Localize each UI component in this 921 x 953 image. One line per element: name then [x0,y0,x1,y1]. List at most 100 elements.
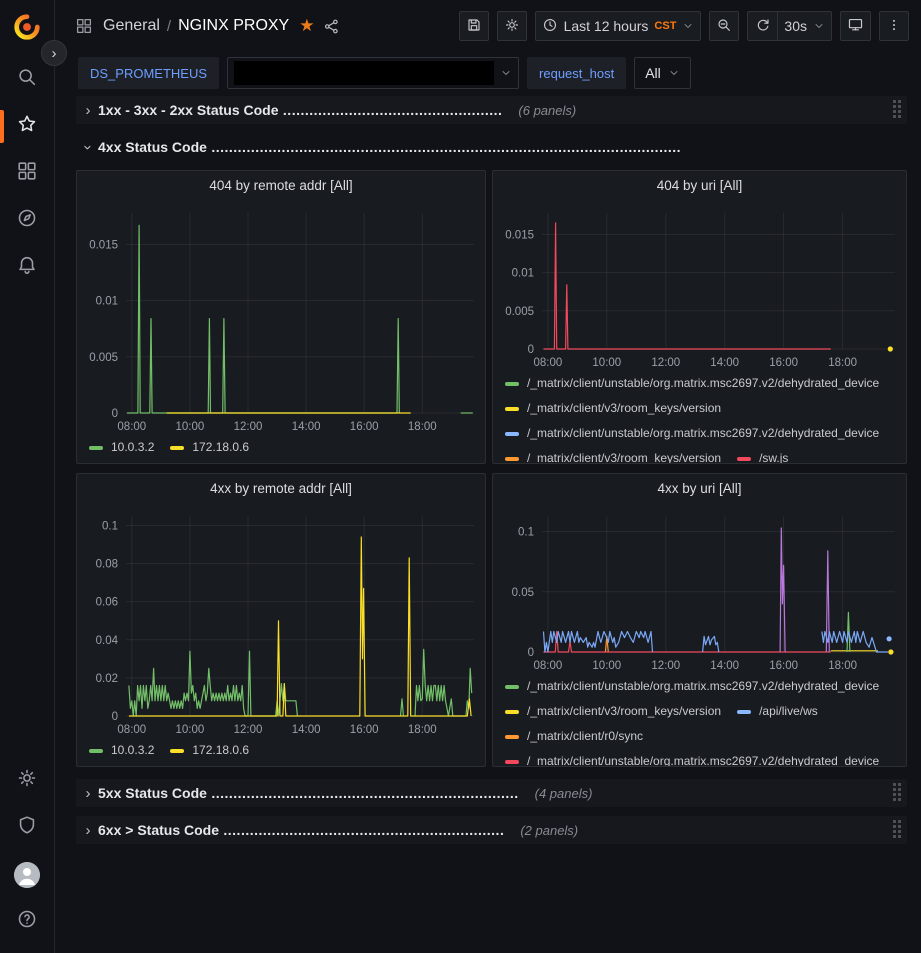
legend-item[interactable]: /_matrix/client/v3/room_keys/version [505,401,721,416]
row-panel-count: (6 panels) [518,103,576,118]
legend-item[interactable]: /api/live/ws [737,704,818,719]
zoom-out-button[interactable] [709,11,739,41]
request-host-variable-dropdown[interactable]: All [634,57,691,89]
row-title: 6xx > Status Code [98,822,219,838]
save-button[interactable] [459,11,489,41]
row-5xx[interactable]: › 5xx Status Code ......................… [76,779,907,807]
legend-item[interactable]: 172.18.0.6 [170,743,249,758]
row-title: 4xx Status Code [98,139,207,155]
alerting-bell-icon [16,254,38,281]
row-panel-count: (4 panels) [535,786,593,801]
chart-legend: 10.0.3.2 172.18.0.6 [77,437,485,463]
legend-item[interactable]: 10.0.3.2 [89,743,154,758]
main-area: General / NGINX PROXY ★ Last 12 hours CS… [56,0,921,953]
chevron-down-icon [682,20,694,32]
sidebar-item-profile[interactable] [0,851,55,898]
svg-text:10:00: 10:00 [592,357,621,369]
panel-4xx-by-remote-addr: 4xx by remote addr [All] 00.020.040.060.… [76,473,486,767]
legend-item[interactable]: /_matrix/client/v3/room_keys/version [505,451,721,463]
sidebar-item-help[interactable] [0,898,55,945]
legend-item[interactable]: 10.0.3.2 [89,440,154,455]
svg-text:0.02: 0.02 [96,673,118,685]
kebab-menu-icon [887,17,901,36]
drag-handle-icon[interactable] [893,783,901,801]
save-icon [466,17,482,36]
sidebar-item-dashboards[interactable] [0,150,55,197]
svg-text:0.005: 0.005 [89,352,118,364]
svg-text:14:00: 14:00 [710,357,739,369]
legend-item[interactable]: /_matrix/client/unstable/org.matrix.msc2… [505,426,879,441]
panel-404-by-remote-addr: 404 by remote addr [All] 00.0050.010.015… [76,170,486,464]
svg-text:0: 0 [112,711,118,723]
dashboard-grid-icon [75,17,93,35]
clock-icon [542,17,558,36]
chart-legend: 10.0.3.2 172.18.0.6 [77,740,485,766]
row-4xx[interactable]: › 4xx Status Code ......................… [76,133,907,161]
datasource-variable-dropdown[interactable] [227,57,519,89]
dashboard-settings-button[interactable] [497,11,527,41]
svg-text:18:00: 18:00 [828,660,857,672]
drag-handle-icon[interactable] [893,100,901,118]
toolbar: Last 12 hours CST 30s [459,11,909,41]
sidebar-item-alerting[interactable] [0,244,55,291]
chevron-right-icon: › [80,102,96,119]
row-6xx[interactable]: › 6xx > Status Code ....................… [76,816,907,844]
drag-handle-icon[interactable] [893,820,901,838]
panel-title[interactable]: 4xx by remote addr [All] [77,474,485,502]
dashboard-content: › 1xx - 3xx - 2xx Status Code ..........… [56,94,921,844]
request-host-variable-label[interactable]: request_host [527,57,626,89]
sidebar-expand-button[interactable]: › [41,40,67,66]
svg-text:18:00: 18:00 [408,724,437,736]
legend-item[interactable]: /_matrix/client/v3/room_keys/version [505,704,721,719]
breadcrumb-section[interactable]: General [103,17,160,35]
svg-text:0.015: 0.015 [89,240,118,252]
svg-text:12:00: 12:00 [234,421,263,433]
sidebar-item-admin[interactable] [0,804,55,851]
chevron-down-icon [813,20,825,32]
legend-item[interactable]: /_matrix/client/unstable/org.matrix.msc2… [505,679,879,694]
grafana-logo[interactable] [12,12,42,42]
tv-mode-button[interactable] [840,11,871,41]
panel-grid: 404 by remote addr [All] 0 0.005 0.01 0.015… [76,170,907,767]
user-avatar [14,862,40,888]
refresh-interval-dropdown[interactable]: 30s [777,11,832,41]
chart-legend: /_matrix/client/unstable/org.matrix.msc2… [493,676,906,766]
svg-text:16:00: 16:00 [350,724,379,736]
datasource-variable-label[interactable]: DS_PROMETHEUS [78,57,219,89]
monitor-icon [847,16,864,36]
svg-text:12:00: 12:00 [234,724,263,736]
request-host-value: All [645,65,661,81]
sidebar-item-starred[interactable] [0,103,55,150]
svg-text:16:00: 16:00 [769,357,798,369]
panel-title[interactable]: 4xx by uri [All] [493,474,906,502]
timeseries-chart[interactable]: 00.020.040.060.080.108:0010:0012:0014:00… [80,502,482,740]
share-icon[interactable] [323,18,340,35]
legend-item[interactable]: 172.18.0.6 [170,440,249,455]
svg-text:0.1: 0.1 [518,527,534,539]
gear-icon [504,17,520,36]
time-range-picker[interactable]: Last 12 hours CST [535,11,702,41]
refresh-button[interactable] [747,11,777,41]
row-leader-dots: ........................................… [219,822,504,838]
star-filled-icon[interactable]: ★ [299,16,314,36]
sidebar-item-explore[interactable] [0,197,55,244]
panel-title[interactable]: 404 by remote addr [All] [77,171,485,199]
sidebar: › [0,0,55,953]
svg-text:18:00: 18:00 [408,421,437,433]
timeseries-chart[interactable]: 00.0050.010.01508:0010:0012:0014:0016:00… [80,199,482,437]
kebab-menu-button[interactable] [879,11,909,41]
legend-item[interactable]: /_matrix/client/unstable/org.matrix.msc2… [505,376,879,391]
legend-item[interactable]: /_matrix/client/r0/sync [505,729,643,744]
explore-compass-icon [16,207,38,234]
timeseries-chart[interactable]: 00.0050.010.01508:0010:0012:0014:0016:00… [496,199,903,373]
legend-item[interactable]: /sw.js [737,451,788,463]
svg-text:14:00: 14:00 [292,724,321,736]
svg-text:0.01: 0.01 [96,296,118,308]
timeseries-chart[interactable]: 00.050.108:0010:0012:0014:0016:0018:00 [496,502,903,676]
sidebar-item-settings[interactable] [0,757,55,804]
breadcrumb-separator: / [167,18,171,35]
panel-title[interactable]: 404 by uri [All] [493,171,906,199]
legend-item[interactable]: /_matrix/client/unstable/org.matrix.msc2… [505,754,879,766]
row-1xx-3xx-2xx[interactable]: › 1xx - 3xx - 2xx Status Code ..........… [76,96,907,124]
svg-text:14:00: 14:00 [292,421,321,433]
